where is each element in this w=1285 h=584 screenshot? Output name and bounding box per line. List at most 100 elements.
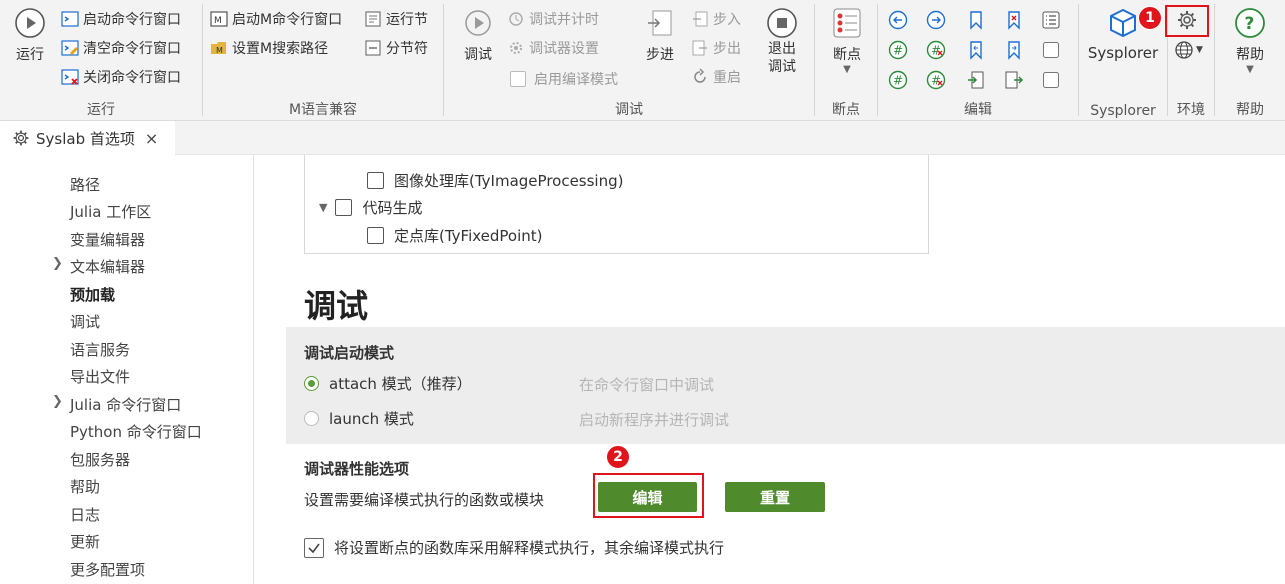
bookmark-icon[interactable]	[966, 10, 986, 30]
checkbox[interactable]	[367, 227, 384, 244]
sidebar-item-python-cmd[interactable]: Python 命令行窗口	[70, 421, 202, 442]
enable-compile-mode-label: 启用编译模式	[534, 72, 618, 88]
perf-options-heading: 调试器性能选项	[304, 460, 410, 478]
tree-item-image-processing[interactable]: 图像处理库(TyImageProcessing)	[367, 170, 623, 191]
outdent-icon[interactable]	[1004, 70, 1024, 90]
stop-icon	[765, 6, 799, 40]
help-button[interactable]: ? 帮助 ▼	[1230, 6, 1270, 75]
svg-text:?: ?	[1245, 14, 1255, 34]
terminal-clear-icon	[60, 38, 80, 58]
launch-mode-radio[interactable]: launch 模式	[304, 408, 414, 429]
close-cmd-window-button[interactable]: 关闭命令行窗口	[60, 67, 181, 87]
debug-start-mode-panel: 调试启动模式 attach 模式（推荐） 在命令行窗口中调试 launch 模式…	[286, 327, 1285, 444]
run-section-button[interactable]: 运行节	[363, 9, 428, 29]
debug-timer-button[interactable]: 调试并计时	[506, 9, 599, 29]
block-uncomment-icon[interactable]: #	[926, 70, 946, 90]
interpret-mode-checkbox-row[interactable]: 将设置断点的函数库采用解释模式执行，其余编译模式执行	[304, 537, 724, 558]
tree-item-fixed-point[interactable]: 定点库(TyFixedPoint)	[367, 225, 543, 246]
start-cmd-window-button[interactable]: 启动命令行窗口	[60, 9, 181, 29]
list-icon[interactable]	[1041, 10, 1061, 30]
perf-options-description: 设置需要编译模式执行的函数或模块	[304, 491, 545, 509]
checkbox[interactable]	[367, 172, 384, 189]
debug-group: 调试 调试并计时 调试器设置 启用编译模式 步进 步入 步出 重启 退出 调试 …	[444, 0, 814, 121]
help-group-label: 帮助	[1236, 102, 1264, 118]
sysplorer-cube-icon	[1106, 6, 1140, 40]
restart-icon	[690, 67, 710, 87]
indent-icon[interactable]	[966, 70, 986, 90]
edit-group: # # # # 编辑	[878, 0, 1078, 121]
step-button[interactable]: 步进	[640, 6, 680, 64]
arrow-right-icon[interactable]	[926, 10, 946, 30]
tree-item-codegen[interactable]: ▼ 代码生成	[319, 197, 422, 218]
uncomment-icon[interactable]: #	[926, 40, 946, 60]
section-separator-label: 分节符	[386, 41, 428, 57]
debugger-settings-button[interactable]: 调试器设置	[506, 38, 599, 58]
launch-mode-label: launch 模式	[329, 410, 414, 428]
close-icon[interactable]: ×	[145, 129, 158, 148]
enable-compile-mode-toggle[interactable]: 启用编译模式	[510, 69, 618, 89]
comment-icon[interactable]: #	[888, 40, 908, 60]
sidebar-item-export-file[interactable]: 导出文件	[70, 366, 130, 387]
launch-mode-description: 启动新程序并进行调试	[579, 411, 730, 429]
sidebar-item-path[interactable]: 路径	[70, 174, 100, 195]
chevron-down-icon: ▼	[843, 64, 851, 75]
radio-selected[interactable]	[304, 376, 319, 391]
breakpoint-list-icon	[830, 6, 864, 40]
debug-label: 调试	[464, 47, 492, 63]
tab-preferences[interactable]: Syslab 首选项 ×	[0, 121, 175, 155]
checkbox-icon[interactable]	[1041, 70, 1061, 90]
clear-cmd-window-button[interactable]: 清空命令行窗口	[60, 38, 181, 58]
bookmark-remove-icon[interactable]	[1004, 10, 1024, 30]
sidebar-item-language-service[interactable]: 语言服务	[70, 339, 130, 360]
debug-timer-label: 调试并计时	[529, 12, 599, 28]
prev-bookmark-icon[interactable]	[966, 40, 986, 60]
step-in-button[interactable]: 步入	[690, 9, 741, 29]
start-m-cmd-button[interactable]: M 启动M命令行窗口	[209, 9, 342, 29]
sidebar-item-text-editor[interactable]: 文本编辑器	[70, 256, 145, 277]
environment-group-label: 环境	[1177, 102, 1205, 118]
run-button[interactable]: 运行	[10, 6, 50, 64]
sidebar-item-help[interactable]: 帮助	[70, 476, 100, 497]
language-button[interactable]: ▼	[1174, 40, 1203, 60]
chevron-right-icon[interactable]: ❯	[52, 256, 63, 271]
debug-run-icon	[461, 6, 495, 40]
sidebar-item-variable-editor[interactable]: 变量编辑器	[70, 229, 145, 250]
sidebar-item-package-server[interactable]: 包服务器	[70, 449, 130, 470]
run-label: 运行	[16, 47, 44, 63]
checkbox-icon[interactable]	[1041, 40, 1061, 60]
sidebar-item-log[interactable]: 日志	[70, 504, 100, 525]
sidebar-item-julia-workspace[interactable]: Julia 工作区	[70, 201, 151, 222]
breakpoint-label: 断点	[833, 47, 861, 63]
sidebar-item-julia-cmd[interactable]: Julia 命令行窗口	[70, 394, 181, 415]
sidebar-item-debug[interactable]: 调试	[70, 311, 100, 332]
expand-triangle-icon[interactable]: ▼	[319, 201, 327, 214]
breakpoint-button[interactable]: 断点 ▼	[827, 6, 867, 75]
radio-unselected[interactable]	[304, 411, 319, 426]
restart-label: 重启	[713, 70, 741, 86]
attach-mode-radio[interactable]: attach 模式（推荐）	[304, 373, 472, 394]
tab-bar: Syslab 首选项 ×	[0, 121, 1285, 155]
checkbox-checked[interactable]	[304, 537, 324, 558]
step-label: 步进	[646, 47, 674, 63]
block-comment-icon[interactable]: #	[888, 70, 908, 90]
step-out-button[interactable]: 步出	[690, 38, 741, 58]
step-in-label: 步入	[713, 12, 741, 28]
help-icon: ?	[1233, 6, 1267, 40]
sidebar-item-more-config[interactable]: 更多配置项	[70, 559, 145, 580]
tree-item-label: 图像处理库(TyImageProcessing)	[394, 172, 624, 190]
reset-button[interactable]: 重置	[725, 482, 825, 512]
svg-text:#: #	[931, 44, 941, 58]
chevron-right-icon[interactable]: ❯	[52, 394, 63, 409]
gear-icon	[12, 129, 30, 147]
exit-debug-button[interactable]: 退出 调试	[760, 6, 804, 76]
sidebar-item-preload[interactable]: 预加载	[70, 284, 115, 305]
sidebar-item-update[interactable]: 更新	[70, 531, 100, 552]
restart-button[interactable]: 重启	[690, 67, 741, 87]
step-out-label: 步出	[713, 41, 741, 57]
set-m-path-button[interactable]: M 设置M搜索路径	[209, 38, 328, 58]
checkbox[interactable]	[335, 199, 353, 216]
arrow-left-icon[interactable]	[888, 10, 908, 30]
next-bookmark-icon[interactable]	[1004, 40, 1024, 60]
section-separator-button[interactable]: 分节符	[363, 38, 428, 58]
debug-button[interactable]: 调试	[458, 6, 498, 64]
